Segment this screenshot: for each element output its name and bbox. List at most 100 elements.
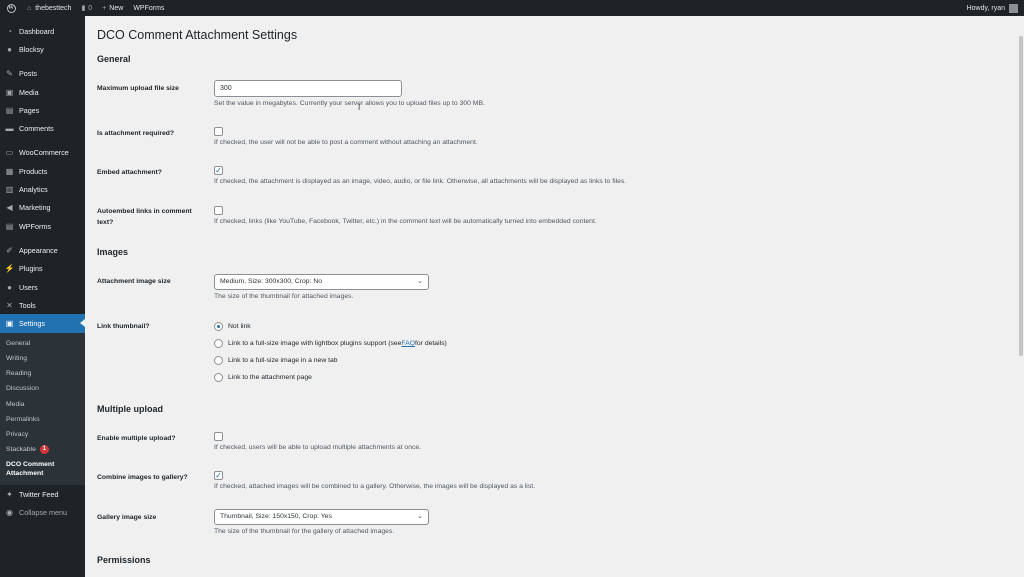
sidebar-item-marketing[interactable]: ◀ Marketing (0, 199, 85, 217)
section-title-multiple-upload: Multiple upload (97, 404, 163, 414)
sidebar-item-analytics[interactable]: ▥ Analytics (0, 180, 85, 198)
sidebar-item-settings[interactable]: ▣ Settings (0, 314, 85, 333)
analytics-icon: ▥ (5, 185, 14, 195)
collapse-menu-button[interactable]: ◉ Collapse menu (0, 504, 85, 522)
max-upload-label: Maximum upload file size (97, 85, 179, 92)
attachment-image-size-label: Attachment image size (97, 278, 171, 285)
plug-icon: ⚡ (4, 264, 15, 274)
autoembed-links-checkbox[interactable] (214, 206, 223, 215)
attachment-image-size-select[interactable]: Medium, Size: 300x300, Crop: No ⌄ (214, 274, 429, 290)
submenu-item-stackable[interactable]: Stackable 1 (0, 442, 85, 457)
enable-multiple-upload-checkbox[interactable] (214, 432, 223, 441)
sidebar-item-twitter-feed[interactable]: ✦ Twitter Feed (0, 485, 85, 503)
admin-bar: W ⌂ thebesttech ▮ 0 + New WPForms Howdy,… (0, 0, 1024, 16)
combine-gallery-label: Combine images to gallery? (97, 474, 188, 481)
brush-icon: ✐ (6, 245, 13, 255)
user-account-menu[interactable]: Howdy, ryan (962, 0, 1024, 16)
radio-button[interactable] (214, 356, 223, 365)
submenu-item-media[interactable]: Media (0, 397, 85, 412)
avatar (1009, 3, 1018, 13)
checkmark-icon: ✓ (215, 166, 222, 175)
embed-attachment-checkbox[interactable]: ✓ (214, 166, 223, 175)
section-title-images: Images (97, 247, 129, 257)
link-thumbnail-option-attachment-page[interactable]: Link to the attachment page (214, 373, 312, 382)
settings-page: DCO Comment Attachment Settings General … (85, 16, 1024, 577)
twitter-icon: ✦ (6, 489, 13, 499)
submenu-item-privacy[interactable]: Privacy (0, 427, 85, 442)
sidebar-item-posts[interactable]: ✎ Posts (0, 65, 85, 83)
embed-attachment-label: Embed attachment? (97, 169, 162, 176)
enable-multiple-upload-label: Enable multiple upload? (97, 435, 176, 442)
woocommerce-icon: ▭ (5, 148, 14, 158)
sidebar-item-wpforms[interactable]: ▤ WPForms (0, 217, 85, 235)
megaphone-icon: ◀ (6, 203, 13, 213)
gallery-image-size-select[interactable]: Thumbnail, Size: 150x150, Crop: Yes ⌄ (214, 509, 429, 525)
collapse-icon: ◉ (6, 508, 13, 518)
autoembed-links-label: Autoembed links in comment text? (97, 208, 192, 226)
comment-bubble-icon: ▮ (81, 5, 86, 12)
submenu-item-writing[interactable]: Writing (0, 351, 85, 366)
link-thumbnail-option-new-tab[interactable]: Link to a full-size image in a new tab (214, 356, 338, 365)
site-name-link[interactable]: ⌂ thebesttech (22, 0, 76, 16)
section-title-permissions: Permissions (97, 555, 151, 565)
page-title: DCO Comment Attachment Settings (97, 28, 298, 42)
admin-sidebar: ◔ Dashboard ● Blocksy ✎ Posts ▣ Media ▤ Pages… (0, 16, 85, 577)
sidebar-item-products[interactable]: ▦ Products (0, 162, 85, 180)
sidebar-item-tools[interactable]: ✕ Tools (0, 296, 85, 314)
attachment-required-description: If checked, the user will not be able to… (214, 139, 478, 146)
attachment-required-label: Is attachment required? (97, 130, 175, 137)
notification-badge: 1 (39, 445, 49, 455)
attachment-image-size-description: The size of the thumbnail for attached i… (214, 293, 354, 300)
combine-gallery-description: If checked, attached images will be comb… (214, 483, 535, 490)
sidebar-item-plugins[interactable]: ⚡ Plugins (0, 260, 85, 278)
radio-button[interactable] (214, 322, 223, 331)
sidebar-item-appearance[interactable]: ✐ Appearance (0, 241, 85, 259)
embed-attachment-description: If checked, the attachment is displayed … (214, 178, 627, 185)
wpforms-adminbar-link[interactable]: WPForms (128, 0, 169, 16)
radio-button[interactable] (214, 339, 223, 348)
checkmark-icon: ✓ (215, 471, 222, 480)
gallery-image-size-label: Gallery image size (97, 514, 157, 521)
autoembed-links-description: If checked, links (like YouTube, Faceboo… (214, 218, 597, 225)
pin-icon: ✎ (6, 69, 13, 79)
page-scrollbar[interactable] (1018, 16, 1024, 577)
submenu-item-discussion[interactable]: Discussion (0, 381, 85, 396)
submenu-item-reading[interactable]: Reading (0, 366, 85, 381)
sidebar-item-dashboard[interactable]: ◔ Dashboard (0, 22, 85, 40)
enable-multiple-upload-description: If checked, users will be able to upload… (214, 444, 422, 451)
sidebar-item-blocksy[interactable]: ● Blocksy (0, 40, 85, 58)
faq-link[interactable]: FAQ (401, 340, 415, 347)
gallery-image-size-description: The size of the thumbnail for the galler… (214, 528, 395, 535)
wrench-icon: ✕ (6, 300, 13, 310)
users-icon: ● (7, 282, 12, 292)
link-thumbnail-option-lightbox[interactable]: Link to a full-size image with lightbox … (214, 339, 447, 348)
sidebar-item-pages[interactable]: ▤ Pages (0, 101, 85, 119)
attachment-required-checkbox[interactable] (214, 127, 223, 136)
home-icon: ⌂ (27, 4, 32, 12)
settings-icon: ▣ (5, 319, 14, 329)
sidebar-item-users[interactable]: ● Users (0, 278, 85, 296)
sidebar-item-comments[interactable]: ▬ Comments (0, 119, 85, 137)
scrollbar-thumb[interactable] (1019, 36, 1023, 356)
link-thumbnail-option-not-link[interactable]: Not link (214, 322, 251, 331)
comments-link[interactable]: ▮ 0 (76, 0, 97, 16)
sidebar-item-woocommerce[interactable]: ▭ WooCommerce (0, 144, 85, 162)
wordpress-logo-icon[interactable]: W (0, 0, 22, 16)
max-upload-input[interactable]: 300 (214, 80, 402, 97)
max-upload-description: Set the value in megabytes. Currently yo… (214, 100, 485, 107)
section-title-general: General (97, 54, 131, 64)
new-content-link[interactable]: + New (97, 0, 128, 16)
products-icon: ▦ (5, 166, 14, 176)
sidebar-item-media[interactable]: ▣ Media (0, 83, 85, 101)
chevron-down-icon: ⌄ (417, 513, 423, 520)
chevron-down-icon: ⌄ (417, 278, 423, 285)
submenu-item-permalinks[interactable]: Permalinks (0, 412, 85, 427)
pages-icon: ▤ (5, 105, 14, 115)
text-cursor-icon: I (358, 103, 361, 112)
wpforms-icon: ▤ (5, 221, 14, 231)
radio-button[interactable] (214, 373, 223, 382)
media-icon: ▣ (5, 87, 14, 97)
submenu-item-dco-comment-attachment[interactable]: DCO Comment Attachment (0, 457, 85, 481)
submenu-item-general[interactable]: General (0, 336, 85, 351)
combine-gallery-checkbox[interactable]: ✓ (214, 471, 223, 480)
